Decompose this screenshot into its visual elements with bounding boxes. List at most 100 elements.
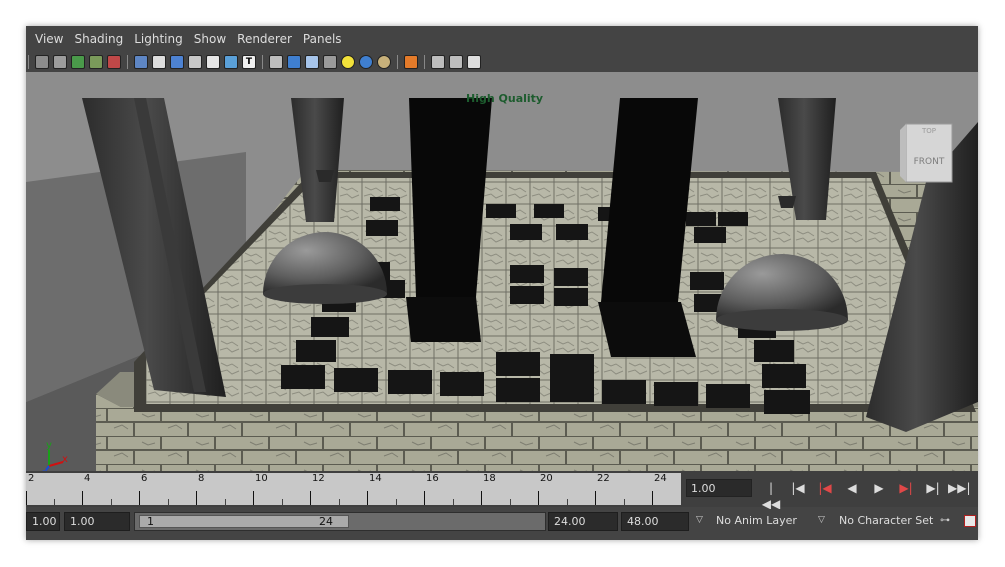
high-quality-icon[interactable] [359, 55, 373, 69]
menu-panels[interactable]: Panels [301, 32, 344, 46]
tick-label: 6 [141, 473, 148, 484]
tick-label: 2 [28, 473, 35, 484]
text-t-glyph: T [245, 57, 253, 67]
time-slider[interactable]: 2 4 6 8 10 12 14 16 18 20 22 24 1.00 |◀◀… [26, 471, 978, 511]
toolbar-separator [127, 55, 128, 69]
step-forward-key-button[interactable]: ▶| [923, 480, 943, 496]
menu-shading[interactable]: Shading [72, 32, 125, 46]
tick-mark [196, 491, 197, 505]
xray-icon[interactable] [206, 55, 220, 69]
tick-mark [139, 491, 140, 505]
tick-label: 12 [312, 473, 325, 484]
range-slider-handle[interactable] [139, 515, 349, 528]
tick-label: 24 [654, 473, 667, 484]
character-set-dropdown[interactable]: No Character Set [839, 514, 933, 527]
toolbar-separator [424, 55, 425, 69]
tick-label: 4 [84, 473, 91, 484]
tick-mark [310, 491, 311, 505]
2d-pan-icon[interactable] [89, 55, 103, 69]
safe-action-icon[interactable] [467, 55, 481, 69]
end-time-field[interactable]: 48.00 [621, 512, 689, 531]
isolate-select-icon[interactable] [269, 55, 283, 69]
select-camera-icon[interactable] [377, 55, 391, 69]
step-forward-frame-button[interactable]: ▶| [896, 480, 916, 496]
field-chart-icon[interactable] [449, 55, 463, 69]
panel-toolbar: T [26, 52, 978, 72]
character-set-dropdown-icon[interactable]: ▽ [818, 515, 825, 525]
text-t-icon[interactable]: T [242, 55, 256, 69]
minor-tick [225, 499, 226, 505]
bounding-box-icon[interactable] [188, 55, 202, 69]
viewcube-front-text: FRONT [914, 157, 945, 167]
wireframe-on-shaded-icon[interactable] [287, 55, 301, 69]
toolbar-separator [397, 55, 398, 69]
menu-view[interactable]: View [33, 32, 65, 46]
smooth-shade-icon[interactable] [152, 55, 166, 69]
axis-y-label: y [46, 440, 52, 451]
tick-label: 10 [255, 473, 268, 484]
slider-start-label: 1 [147, 515, 154, 528]
tick-label: 18 [483, 473, 496, 484]
tick-label: 8 [198, 473, 205, 484]
minor-tick [396, 499, 397, 505]
wireframe-icon[interactable] [134, 55, 148, 69]
go-to-start-button[interactable]: |◀◀ [761, 480, 781, 511]
grid-toggle-icon[interactable] [107, 55, 121, 69]
maya-window: View Shading Lighting Show Renderer Pane… [26, 26, 978, 540]
tick-mark [26, 491, 27, 505]
step-back-key-button[interactable]: |◀ [788, 480, 808, 496]
key-icon[interactable]: ⊶ [940, 515, 950, 526]
tick-mark [481, 491, 482, 505]
tick-mark [595, 491, 596, 505]
play-forwards-button[interactable]: ▶ [869, 480, 889, 496]
shadows-icon[interactable] [341, 55, 355, 69]
menu-show[interactable]: Show [192, 32, 228, 46]
tick-mark [367, 491, 368, 505]
perspective-viewport[interactable]: FRONT TOP y x z High Quality persp [26, 72, 978, 496]
tick-label: 22 [597, 473, 610, 484]
tick-mark [538, 491, 539, 505]
tick-mark [652, 491, 653, 505]
viewcube[interactable]: FRONT TOP [900, 123, 953, 183]
panel-menubar: View Shading Lighting Show Renderer Pane… [26, 26, 978, 52]
slider-end-label: 24 [319, 515, 333, 528]
minor-tick [54, 499, 55, 505]
minor-tick [168, 499, 169, 505]
step-back-frame-button[interactable]: |◀ [815, 480, 835, 496]
menu-lighting[interactable]: Lighting [132, 32, 185, 46]
minor-tick [624, 499, 625, 505]
axis-x-label: x [62, 454, 68, 465]
high-quality-label: High Quality [466, 92, 544, 105]
film-gate-icon[interactable] [431, 55, 445, 69]
auto-key-icon[interactable] [964, 515, 976, 527]
time-ruler[interactable]: 2 4 6 8 10 12 14 16 18 20 22 24 [26, 473, 681, 505]
resolution-gate-icon[interactable] [404, 55, 418, 69]
tick-label: 14 [369, 473, 382, 484]
toolbar-separator [262, 55, 263, 69]
menu-renderer[interactable]: Renderer [235, 32, 294, 46]
tick-mark [424, 491, 425, 505]
tick-mark [82, 491, 83, 505]
minor-tick [453, 499, 454, 505]
range-end-field[interactable]: 24.00 [548, 512, 618, 531]
anim-layer-dropdown[interactable]: No Anim Layer [716, 514, 797, 527]
textured-icon[interactable] [224, 55, 238, 69]
default-material-icon[interactable] [305, 55, 319, 69]
current-frame-field[interactable]: 1.00 [686, 479, 752, 497]
image-plane-icon[interactable] [71, 55, 85, 69]
range-slider[interactable]: 1 24 [134, 512, 546, 531]
tick-mark [253, 491, 254, 505]
minor-tick [510, 499, 511, 505]
camera-attributes-icon[interactable] [35, 55, 49, 69]
tick-label: 20 [540, 473, 553, 484]
flat-shade-icon[interactable] [170, 55, 184, 69]
anim-layer-dropdown-icon[interactable]: ▽ [696, 515, 703, 525]
bookmark-icon[interactable] [53, 55, 67, 69]
toolbar-separator [28, 55, 29, 69]
go-to-end-button[interactable]: ▶▶| [948, 480, 971, 496]
use-all-lights-icon[interactable] [323, 55, 337, 69]
range-start-field[interactable]: 1.00 [64, 512, 130, 531]
play-backwards-button[interactable]: ◀ [842, 480, 862, 496]
start-time-field[interactable]: 1.00 [26, 512, 60, 531]
minor-tick [567, 499, 568, 505]
